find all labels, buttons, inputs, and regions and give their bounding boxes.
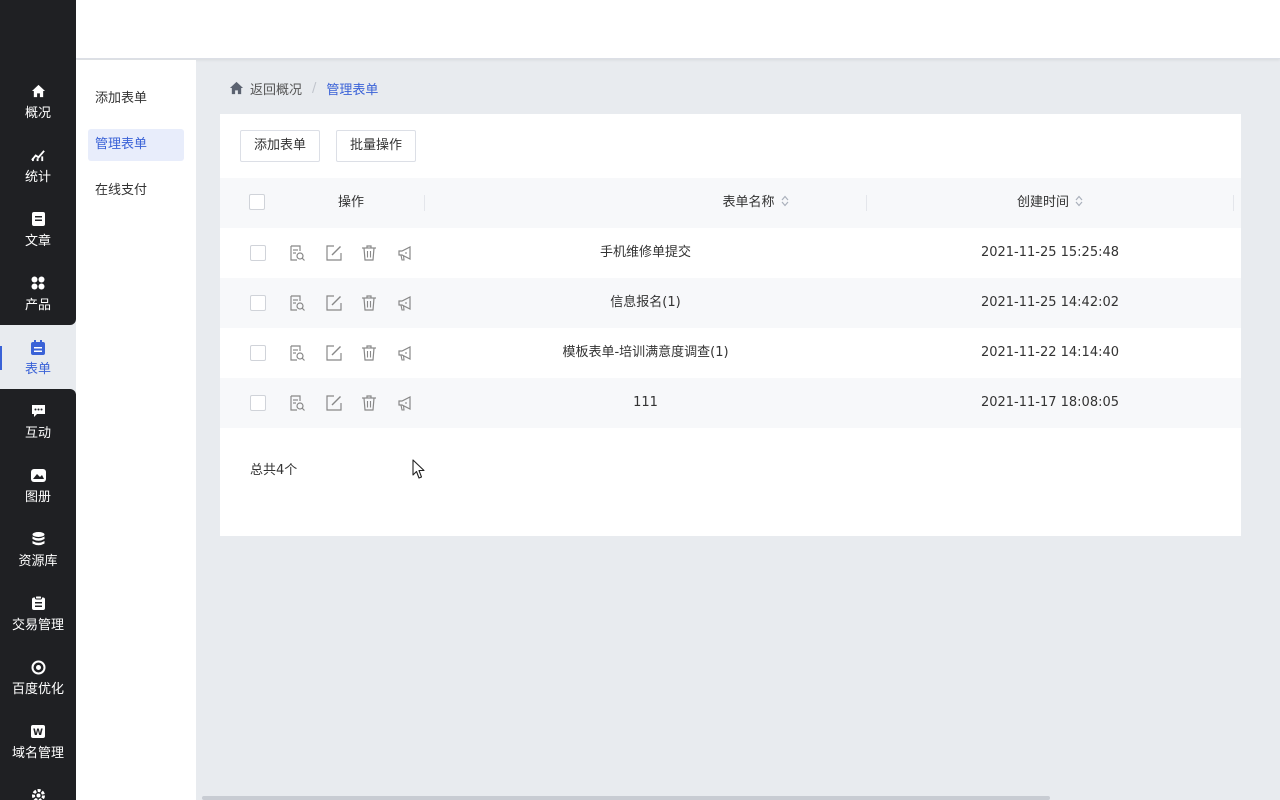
table-row[interactable]: 模板表单-培训满意度调查(1) 2021-11-22 14:14:40	[220, 328, 1241, 378]
table-row[interactable]: 信息报名(1) 2021-11-25 14:42:02	[220, 278, 1241, 328]
nav-item-label: 资源库	[18, 554, 58, 569]
delete-icon[interactable]	[360, 344, 378, 362]
gear-icon	[30, 788, 46, 800]
column-header-created-time[interactable]: 创建时间	[867, 178, 1233, 228]
form-name-cell[interactable]: 手机维修单提交	[425, 228, 866, 278]
row-checkbox[interactable]	[250, 395, 266, 411]
top-header	[76, 0, 1280, 59]
nav-item-statistics[interactable]: 统计	[0, 134, 76, 198]
nav-item-label: 文章	[24, 234, 51, 249]
form-name-cell[interactable]: 模板表单-培训满意度调查(1)	[425, 328, 866, 378]
view-icon[interactable]	[288, 294, 306, 312]
total-count: 总共4个	[250, 463, 298, 478]
chat-icon	[30, 403, 46, 419]
add-form-button[interactable]: 添加表单	[240, 130, 321, 162]
select-all-checkbox[interactable]	[249, 194, 265, 210]
edit-icon[interactable]	[325, 394, 343, 412]
database-icon	[30, 531, 46, 547]
delete-icon[interactable]	[360, 294, 378, 312]
breadcrumb-back-link[interactable]: 返回概况	[250, 79, 302, 98]
nav-item-forms[interactable]: 表单	[0, 326, 76, 390]
table-row[interactable]: 111 2021-11-17 18:08:05	[220, 378, 1241, 428]
created-time-cell: 2021-11-25 15:25:48	[980, 245, 1120, 260]
sub-sidebar: 添加表单 管理表单 在线支付	[76, 60, 196, 800]
nav-item-label: 统计	[24, 170, 51, 185]
edit-icon[interactable]	[325, 344, 343, 362]
nav-item-articles[interactable]: 文章	[0, 198, 76, 262]
batch-operation-button[interactable]: 批量操作	[336, 130, 417, 162]
delete-icon[interactable]	[360, 394, 378, 412]
form-list-card: 添加表单 批量操作 操作 表单名称 创建时间 手机维修单提交 2021-11-2…	[220, 114, 1241, 536]
view-icon[interactable]	[288, 394, 306, 412]
publish-icon[interactable]	[396, 394, 414, 412]
nav-item-products[interactable]: 产品	[0, 262, 76, 326]
sort-icon[interactable]	[781, 195, 789, 207]
album-icon	[30, 467, 46, 483]
target-icon	[30, 659, 46, 675]
nav-item-baidu-seo[interactable]: 百度优化	[0, 646, 76, 710]
mouse-cursor-icon	[412, 459, 425, 479]
publish-icon[interactable]	[396, 344, 414, 362]
nav-item-settings[interactable]	[0, 774, 76, 800]
clipboard-icon	[30, 595, 46, 611]
breadcrumb: 返回概况 / 管理表单	[229, 78, 378, 98]
nav-item-label: 域名管理	[11, 746, 64, 761]
nav-item-overview[interactable]: 概况	[0, 70, 76, 134]
delete-icon[interactable]	[360, 244, 378, 262]
subnav-item-add-form[interactable]: 添加表单	[88, 83, 184, 115]
breadcrumb-separator: /	[312, 80, 317, 96]
nav-item-label: 百度优化	[11, 682, 64, 697]
publish-icon[interactable]	[396, 244, 414, 262]
domain-icon: W	[30, 723, 46, 739]
nav-item-label: 表单	[24, 362, 51, 377]
form-name-cell[interactable]: 111	[425, 378, 866, 428]
view-icon[interactable]	[288, 344, 306, 362]
subnav-item-manage-forms[interactable]: 管理表单	[88, 129, 184, 161]
row-checkbox[interactable]	[250, 295, 266, 311]
row-checkbox[interactable]	[250, 345, 266, 361]
nav-item-domains[interactable]: W 域名管理	[0, 710, 76, 774]
table-header: 操作 表单名称 创建时间	[220, 178, 1241, 228]
created-time-cell: 2021-11-25 14:42:02	[980, 295, 1120, 310]
product-icon	[30, 275, 46, 291]
home-icon	[30, 83, 46, 99]
row-checkbox[interactable]	[250, 245, 266, 261]
nav-item-album[interactable]: 图册	[0, 454, 76, 518]
edit-icon[interactable]	[325, 244, 343, 262]
view-icon[interactable]	[288, 244, 306, 262]
horizontal-scrollbar[interactable]	[202, 796, 1050, 800]
nav-item-label: 产品	[24, 298, 51, 313]
publish-icon[interactable]	[396, 294, 414, 312]
nav-item-label: 概况	[24, 106, 51, 121]
svg-text:W: W	[33, 728, 43, 738]
article-icon	[30, 211, 46, 227]
created-time-cell: 2021-11-22 14:14:40	[980, 345, 1120, 360]
subnav-item-online-payment[interactable]: 在线支付	[88, 175, 184, 207]
nav-item-interaction[interactable]: 互动	[0, 390, 76, 454]
main-nav: 概况 统计 文章 产品 表单 互动 图册 资源库 交易管理 百度优化 W 域名管…	[0, 0, 76, 800]
nav-item-label: 交易管理	[11, 618, 64, 633]
chart-icon	[30, 147, 46, 163]
form-icon	[30, 339, 46, 355]
column-header-actions: 操作	[337, 195, 364, 210]
sort-icon[interactable]	[1075, 195, 1083, 207]
nav-item-transactions[interactable]: 交易管理	[0, 582, 76, 646]
nav-item-resources[interactable]: 资源库	[0, 518, 76, 582]
form-name-cell[interactable]: 信息报名(1)	[425, 278, 866, 328]
nav-item-label: 互动	[24, 426, 51, 441]
nav-item-label: 图册	[24, 490, 51, 505]
breadcrumb-current: 管理表单	[326, 82, 379, 98]
table-row[interactable]: 手机维修单提交 2021-11-25 15:25:48	[220, 228, 1241, 278]
edit-icon[interactable]	[325, 294, 343, 312]
created-time-cell: 2021-11-17 18:08:05	[980, 395, 1120, 410]
home-icon[interactable]	[229, 81, 244, 95]
